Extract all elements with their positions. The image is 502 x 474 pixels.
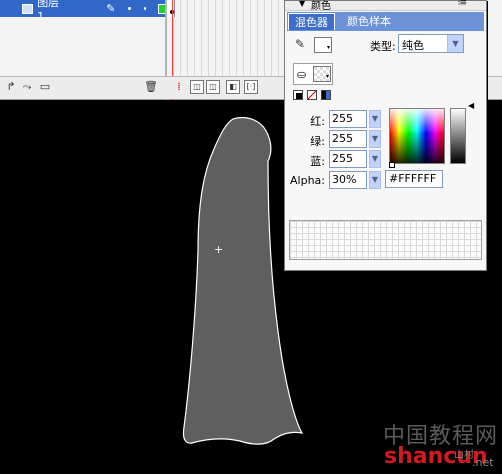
color-mixer-panel: ▼ 颜色 ⁝≡ 混色器 颜色样本 ✎ ▾ 类型: 纯色 ▼ ⛀ ▾ 红: 255… xyxy=(284,0,487,271)
fill-color-swatch[interactable]: ▾ xyxy=(313,66,331,82)
panel-tabs: 混色器 颜色样本 xyxy=(287,12,484,31)
fill-type-select[interactable]: 纯色 ▼ xyxy=(398,34,464,53)
alpha-label: Alpha: xyxy=(290,174,325,187)
layer-row[interactable]: 图层 1 ✎ xyxy=(0,0,166,23)
black-white-icon[interactable] xyxy=(293,90,303,100)
swap-colors-icon[interactable] xyxy=(321,90,331,100)
pencil-icon: ✎ xyxy=(295,37,306,51)
stroke-color-swatch[interactable]: ▾ xyxy=(314,37,332,53)
panel-title: 颜色 xyxy=(311,1,331,12)
add-layer-icon[interactable]: ↱ xyxy=(4,80,18,94)
frame-grid[interactable] xyxy=(167,0,297,76)
add-guide-layer-icon[interactable]: ⤳ xyxy=(20,80,34,94)
tab-color-swatches[interactable]: 颜色样本 xyxy=(341,13,397,30)
bucket-icon: ⛀ xyxy=(297,68,307,81)
keyframe-cell[interactable] xyxy=(167,0,175,17)
panel-menu-icon[interactable]: ⁝≡ xyxy=(458,0,467,8)
red-input[interactable]: 255 xyxy=(329,110,367,128)
fill-type-value: 纯色 xyxy=(402,39,424,52)
edit-multiple-frames-icon[interactable]: ◧ xyxy=(226,80,240,94)
center-frame-icon[interactable]: ⁞ xyxy=(172,80,186,94)
spectrum-picker-marker[interactable] xyxy=(389,162,395,168)
edit-pencil-icon: ✎ xyxy=(106,2,116,15)
blue-dropdown-icon[interactable]: ▼ xyxy=(369,150,381,168)
type-label: 类型: xyxy=(370,40,396,53)
alpha-input[interactable]: 30% xyxy=(329,171,367,189)
chevron-down-icon[interactable]: ▼ xyxy=(447,35,463,52)
crosshair-cursor-icon: + xyxy=(214,243,224,256)
dropdown-arrow-icon: ▾ xyxy=(326,44,330,51)
brightness-slider[interactable] xyxy=(450,108,466,164)
green-dropdown-icon[interactable]: ▼ xyxy=(369,130,381,148)
green-label: 绿: xyxy=(310,135,325,148)
panel-titlebar[interactable]: ▼ 颜色 ⁝≡ xyxy=(285,0,486,12)
onion-outlines-icon[interactable]: ◫ xyxy=(206,80,220,94)
watermark-sub: 山村 xyxy=(454,450,474,461)
layer-icon xyxy=(22,3,34,14)
layer-name: 图层 1 xyxy=(37,0,60,23)
add-folder-icon[interactable]: ▭ xyxy=(38,80,52,94)
blue-label: 蓝: xyxy=(310,155,325,168)
green-input[interactable]: 255 xyxy=(329,130,367,148)
color-spectrum[interactable] xyxy=(389,108,445,164)
fill-color-row: ⛀ ▾ xyxy=(293,63,333,85)
red-label: 红: xyxy=(310,115,325,128)
tab-color-mixer[interactable]: 混色器 xyxy=(288,13,335,30)
color-preview-swatch xyxy=(289,220,482,260)
lock-dot-icon[interactable] xyxy=(143,7,146,10)
no-color-icon[interactable] xyxy=(307,90,317,100)
red-dropdown-icon[interactable]: ▼ xyxy=(369,110,381,128)
onion-skin-icon[interactable]: ◫ xyxy=(190,80,204,94)
hex-color-input[interactable]: #FFFFFF xyxy=(385,170,443,188)
dropdown-arrow-icon: ▾ xyxy=(325,73,329,80)
visibility-dot-icon[interactable] xyxy=(128,7,131,10)
delete-layer-icon[interactable]: 🗑 xyxy=(144,80,158,94)
modify-onion-markers-icon[interactable]: [·] xyxy=(244,80,258,94)
brightness-arrow-icon[interactable]: ◀ xyxy=(468,101,474,110)
blue-input[interactable]: 255 xyxy=(329,150,367,168)
collapse-triangle-icon[interactable]: ▼ xyxy=(299,0,305,8)
watermark-com: .net xyxy=(472,456,494,469)
alpha-dropdown-icon[interactable]: ▼ xyxy=(369,171,381,189)
